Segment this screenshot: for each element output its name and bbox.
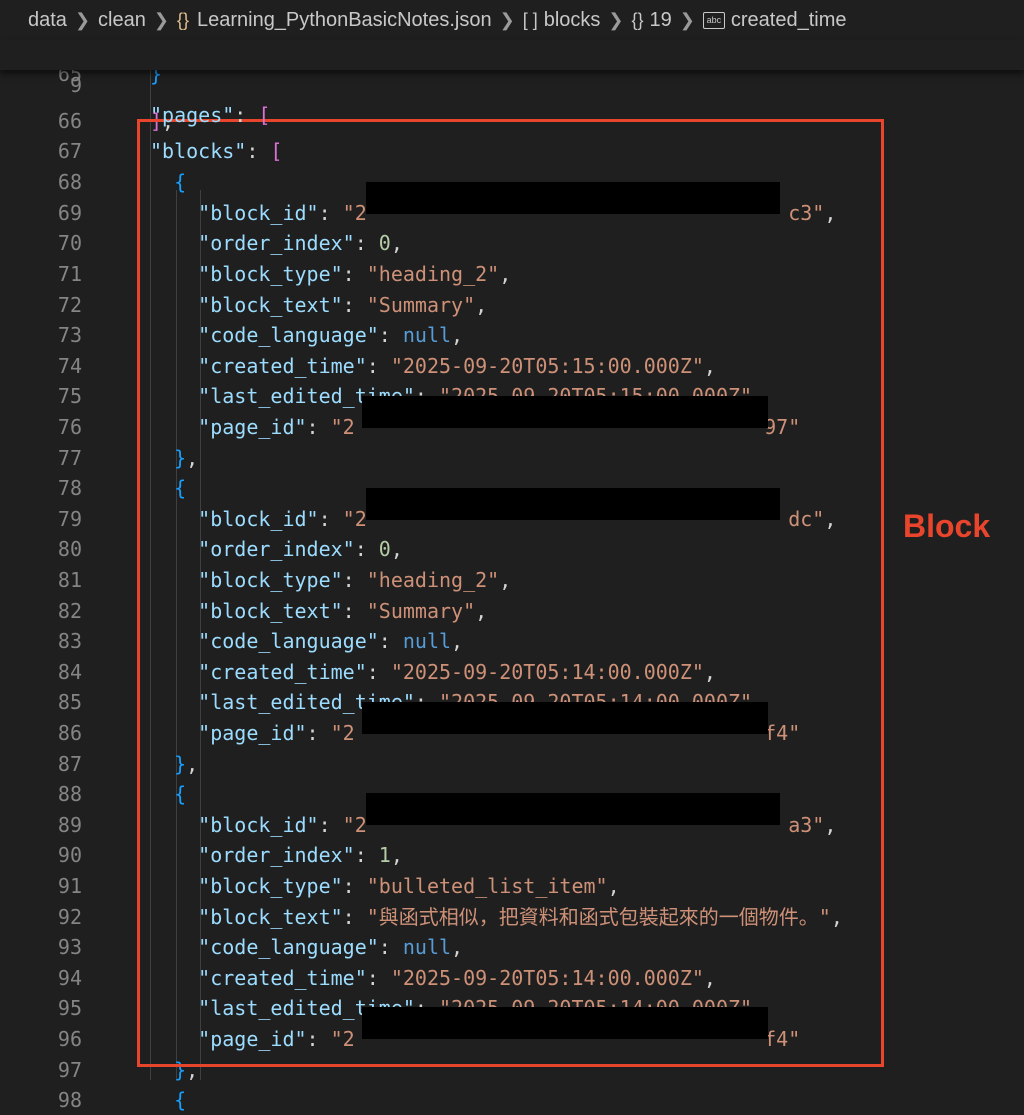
line-number: 71 [57, 262, 82, 286]
line-number: 80 [57, 537, 82, 561]
line-number: 72 [57, 293, 82, 317]
chevron-right-icon: ❯ [499, 9, 515, 30]
line-number: 9 [69, 73, 82, 97]
code-token: { [150, 1088, 187, 1112]
chevron-right-icon: ❯ [153, 9, 169, 30]
line-number: 70 [57, 231, 82, 255]
object-icon: {} [631, 9, 644, 30]
breadcrumb-data-label: data [28, 8, 67, 31]
breadcrumb-blocks-label: blocks [543, 8, 601, 31]
line-number: 96 [57, 1027, 82, 1051]
breadcrumb-item-file[interactable]: {} Learning_PythonBasicNotes.json [177, 9, 492, 32]
breadcrumb-item-index[interactable]: {} 19 [632, 9, 672, 32]
line-number: 84 [57, 660, 82, 684]
breadcrumb-item-created-time[interactable]: abc created_time [702, 8, 847, 32]
code-text: { [150, 1085, 186, 1115]
line-number: 73 [57, 323, 82, 347]
annotation-label: Block [903, 508, 991, 544]
line-number: 79 [57, 507, 82, 531]
line-number: 93 [57, 935, 82, 959]
chevron-right-icon: ❯ [679, 9, 695, 30]
bracket: [ [258, 103, 271, 127]
breadcrumb-index-label: 19 [649, 8, 672, 31]
sticky-scroll-line[interactable]: 9 "pages": [ [0, 40, 1024, 127]
chevron-right-icon: ❯ [608, 9, 624, 30]
code-line: "pages": [ [150, 103, 271, 127]
json-key: "pages" [150, 103, 235, 127]
line-number: 78 [57, 476, 82, 500]
breadcrumb-created-time-label: created_time [730, 8, 847, 31]
line-number: 89 [57, 813, 82, 837]
line-number: 95 [57, 996, 82, 1020]
line-number: 91 [57, 874, 82, 898]
breadcrumb-item-data[interactable]: data [28, 9, 67, 32]
line-number: 75 [57, 384, 82, 408]
line-number: 94 [57, 966, 82, 990]
code-token: } [150, 70, 163, 86]
line-number: 92 [57, 905, 82, 929]
code-line-row[interactable]: 65} [0, 70, 1024, 86]
breadcrumb-item-blocks[interactable]: [ ] blocks [523, 9, 601, 32]
line-number: 97 [57, 1058, 82, 1082]
chevron-right-icon: ❯ [74, 9, 91, 30]
breadcrumb-clean-label: clean [98, 8, 146, 31]
code-line-row[interactable]: 98 { [0, 1085, 1024, 1115]
array-icon: [ ] [522, 9, 538, 30]
line-number: 76 [57, 415, 82, 439]
line-number: 86 [57, 721, 82, 745]
line-number: 90 [57, 843, 82, 867]
breadcrumb-file-label: Learning_PythonBasicNotes.json [196, 8, 492, 31]
code-text: } [150, 70, 162, 84]
breadcrumb-item-clean[interactable]: clean [98, 9, 146, 32]
line-number: 81 [57, 568, 82, 592]
line-number: 68 [57, 170, 82, 194]
line-number: 83 [57, 629, 82, 653]
line-number: 98 [57, 1088, 82, 1112]
line-number: 77 [57, 446, 82, 470]
annotation-box [137, 119, 884, 1067]
line-number: 88 [57, 782, 82, 806]
string-abc-icon: abc [702, 11, 725, 29]
breadcrumb: data ❯ clean ❯ {} Learning_PythonBasicNo… [0, 0, 1024, 40]
line-number: 82 [57, 599, 82, 623]
json-braces-icon: {} [176, 9, 189, 30]
line-number: 85 [57, 690, 82, 714]
line-number: 87 [57, 752, 82, 776]
line-number: 69 [57, 201, 82, 225]
line-number: 74 [57, 354, 82, 378]
